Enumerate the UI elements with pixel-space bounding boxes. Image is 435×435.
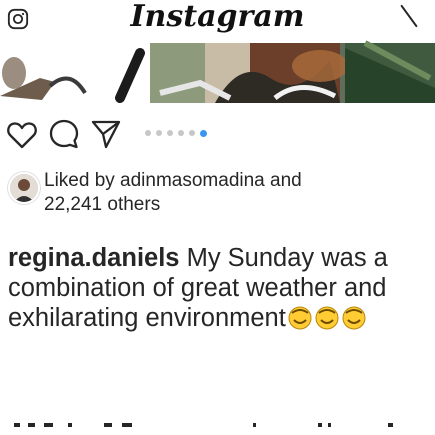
share-icon[interactable]: [90, 118, 122, 150]
carousel-dot: [156, 130, 162, 136]
carousel-dot: [189, 130, 195, 136]
avatar[interactable]: [8, 172, 40, 204]
carousel-dot: [200, 129, 207, 137]
carousel-dot: [167, 130, 173, 136]
emoji-icon: [315, 306, 339, 330]
likes-count[interactable]: 22,241 others: [44, 194, 160, 216]
caption-username[interactable]: regina.daniels: [8, 244, 179, 272]
carousel-dot: [178, 130, 184, 136]
likes-text[interactable]: Liked by adinmasomadina and: [44, 170, 302, 192]
avatar-photo: [10, 174, 38, 202]
emoji-group: [286, 304, 367, 337]
carousel-dot: [145, 130, 151, 136]
next-line-cropped: [0, 420, 435, 435]
app-header: Instagram: [0, 0, 435, 40]
emoji-icon: [288, 306, 312, 330]
instagram-logo: Instagram: [130, 0, 305, 34]
carousel-indicator: [145, 128, 207, 138]
heart-icon[interactable]: [6, 120, 38, 150]
post-caption: regina.daniels My Sunday was a combinati…: [8, 243, 433, 337]
emoji-icon: [342, 306, 366, 330]
send-icon[interactable]: [398, 4, 420, 28]
post-photo[interactable]: [0, 38, 435, 108]
comment-icon[interactable]: [48, 118, 80, 150]
